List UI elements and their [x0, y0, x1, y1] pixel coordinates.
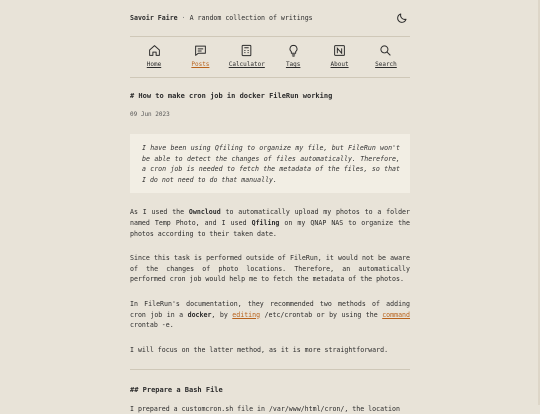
paragraph-3: In FileRun's documentation, they recomme…: [130, 299, 410, 330]
title-separator: ·: [181, 14, 186, 22]
nav-search-label[interactable]: Search: [375, 61, 397, 68]
divider: [130, 77, 410, 78]
calculator-icon: [241, 44, 252, 57]
home-icon: [148, 45, 160, 56]
page: Savoir Faire · A random collection of wr…: [130, 0, 410, 414]
posts-icon: [195, 45, 206, 56]
nav-search[interactable]: Search: [366, 37, 406, 77]
command-link[interactable]: command: [382, 311, 410, 319]
nav-tags-label[interactable]: Tags: [286, 61, 300, 68]
tags-icon: [289, 44, 298, 57]
paragraph-1: As I used the Owncloud to automatically …: [130, 208, 410, 238]
main-nav: Home Posts Calculator Tags About Search: [130, 37, 410, 77]
nav-home[interactable]: Home: [134, 37, 174, 77]
post-title: # How to make cron job in docker FileRun…: [130, 92, 333, 100]
paragraph-4: I will focus on the latter method, as it…: [130, 345, 389, 354]
nav-calculator[interactable]: Calculator: [227, 37, 267, 77]
editing-link[interactable]: editing: [232, 311, 260, 319]
nav-calculator-label[interactable]: Calculator: [229, 61, 265, 68]
section-divider: [130, 369, 410, 371]
dark-mode-toggle-icon[interactable]: [396, 12, 408, 24]
nav-about[interactable]: About: [320, 37, 360, 77]
site-tagline: A random collection of writings: [189, 14, 313, 22]
nav-about-label[interactable]: About: [331, 61, 349, 68]
nav-posts-label[interactable]: Posts: [191, 61, 209, 68]
site-title[interactable]: Savoir Faire · A random collection of wr…: [130, 14, 313, 22]
post-date: 09 Jun 2023: [130, 111, 170, 118]
paragraph-5: I prepared a customcron.sh file in /var/…: [130, 405, 400, 414]
site-name[interactable]: Savoir Faire: [130, 14, 178, 22]
paragraph-2: Since this task is performed outside of …: [130, 254, 410, 284]
nav-posts[interactable]: Posts: [180, 37, 220, 77]
post-quote: I have been using Qfiling to organize my…: [130, 134, 410, 194]
nav-tags[interactable]: Tags: [273, 37, 313, 77]
nav-home-label[interactable]: Home: [147, 61, 161, 68]
site-header: Savoir Faire · A random collection of wr…: [130, 0, 410, 36]
section-heading: ## Prepare a Bash File: [130, 386, 223, 395]
search-icon: [380, 45, 392, 56]
about-icon: [334, 45, 345, 56]
